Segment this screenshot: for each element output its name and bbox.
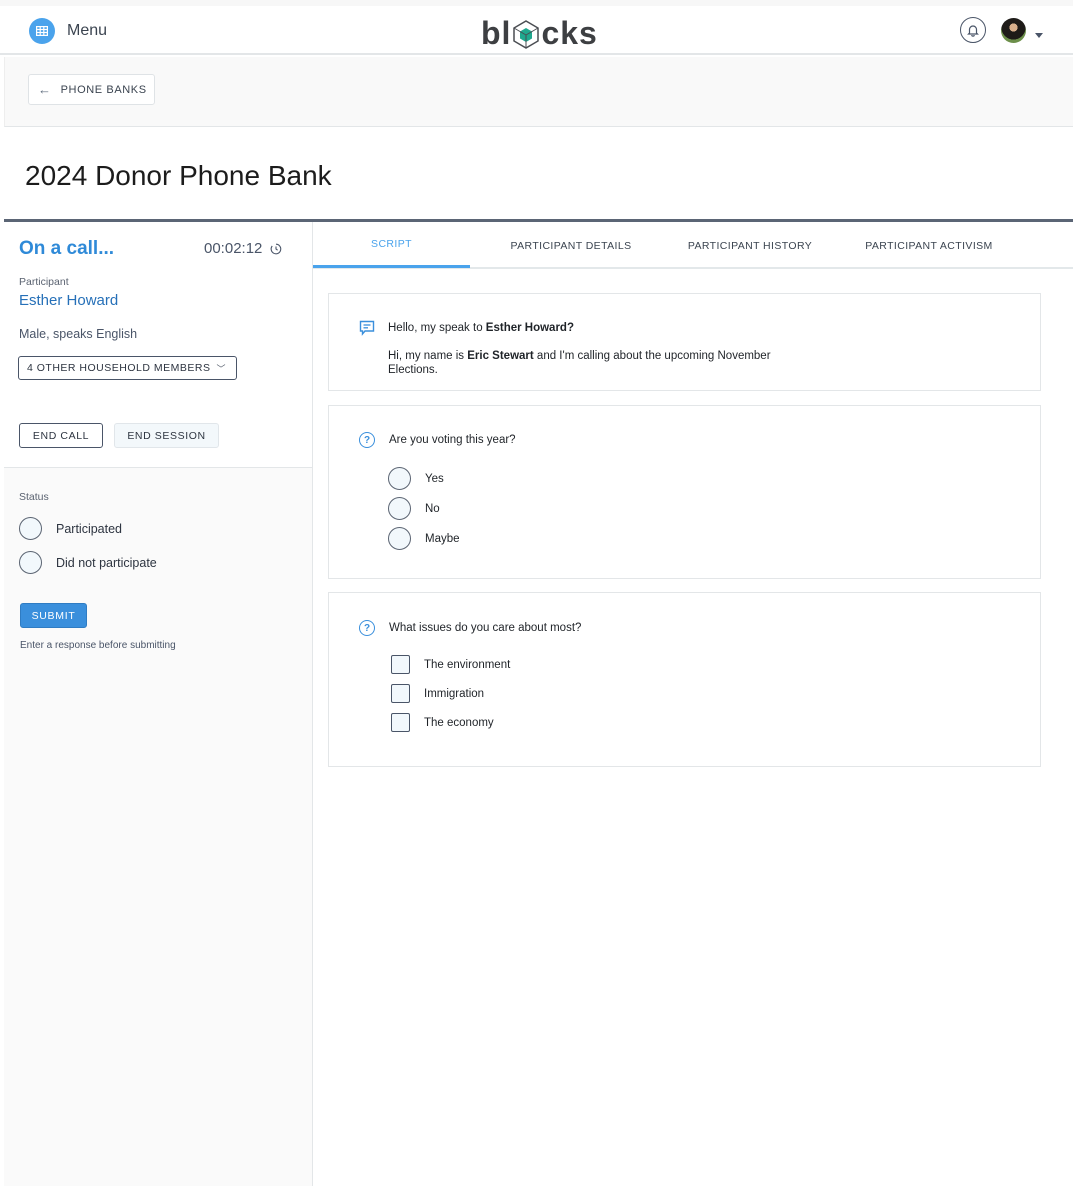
- status-option-label: Participated: [56, 521, 123, 536]
- message-icon: [359, 320, 375, 341]
- answer-label: The environment: [424, 658, 511, 671]
- caller-name-bold: Eric Stewart: [467, 350, 534, 362]
- call-timer: 00:02:12: [204, 240, 282, 257]
- answer-label: Maybe: [425, 532, 460, 545]
- answer-option-immigration[interactable]: Immigration: [388, 684, 484, 703]
- answer-option-no[interactable]: No: [388, 497, 440, 520]
- question-card-issues: ? What issues do you care about most? Th…: [328, 592, 1041, 767]
- end-session-button[interactable]: END SESSION: [114, 423, 219, 448]
- radio-button[interactable]: [388, 497, 411, 520]
- question-text: Are you voting this year?: [389, 434, 516, 446]
- user-avatar[interactable]: [1001, 18, 1026, 43]
- status-option-label: Did not participate: [56, 555, 157, 570]
- call-status: On a call...: [19, 238, 115, 259]
- tab-participant-details[interactable]: PARTICIPANT DETAILS: [485, 222, 657, 269]
- intro-line-2-prefix: Hi, my name is: [388, 350, 468, 362]
- tab-script[interactable]: SCRIPT: [313, 222, 470, 268]
- answer-option-economy[interactable]: The economy: [388, 713, 494, 732]
- question-header: ? What issues do you care about most?: [359, 620, 581, 636]
- chevron-down-icon: ﹀: [216, 363, 226, 374]
- participant-name-bold: Esther Howard?: [485, 322, 574, 334]
- logo-text-right: cks: [541, 15, 598, 51]
- participant-label: Participant: [19, 276, 69, 288]
- answer-option-maybe[interactable]: Maybe: [388, 527, 460, 550]
- checkbox[interactable]: [391, 684, 410, 703]
- participant-description: Male, speaks English: [19, 327, 138, 341]
- answer-label: Yes: [425, 472, 444, 485]
- checkbox[interactable]: [391, 655, 410, 674]
- blocks-logo[interactable]: bl cks: [481, 15, 598, 52]
- cube-icon: [513, 19, 540, 49]
- menu-label: Menu: [67, 22, 108, 39]
- notifications-button[interactable]: [960, 17, 986, 43]
- menu-button[interactable]: Menu: [29, 18, 107, 44]
- question-card-voting: ? Are you voting this year? Yes No Maybe: [328, 405, 1041, 579]
- answer-label: No: [425, 502, 440, 515]
- radio-button[interactable]: [19, 551, 42, 574]
- timer-value: 00:02:12: [204, 240, 263, 257]
- answer-option-environment[interactable]: The environment: [388, 655, 510, 674]
- answer-label: The economy: [424, 716, 494, 729]
- intro-line-1-text: Hello, my speak to: [388, 322, 486, 334]
- back-to-phone-banks-button[interactable]: ← PHONE BANKS: [28, 74, 155, 105]
- checkbox[interactable]: [391, 713, 410, 732]
- tab-bar: SCRIPT PARTICIPANT DETAILS PARTICIPANT H…: [313, 222, 1073, 269]
- call-card: On a call... 00:02:12 Participant Esther…: [4, 222, 312, 468]
- radio-button[interactable]: [19, 517, 42, 540]
- answer-label: Immigration: [424, 687, 485, 700]
- script-intro-card: Hello, my speak to Esther Howard? Hi, my…: [328, 293, 1041, 391]
- status-option-did-not-participate[interactable]: Did not participate: [19, 551, 157, 574]
- answer-option-yes[interactable]: Yes: [388, 467, 444, 490]
- submit-hint: Enter a response before submitting: [20, 640, 176, 651]
- chevron-down-icon[interactable]: [1035, 33, 1043, 38]
- end-call-button[interactable]: END CALL: [19, 423, 103, 448]
- household-label: 4 OTHER HOUSEHOLD MEMBERS: [27, 362, 211, 374]
- bell-icon: [967, 25, 979, 37]
- back-label: PHONE BANKS: [60, 83, 147, 96]
- radio-button[interactable]: [388, 467, 411, 490]
- question-header: ? Are you voting this year?: [359, 432, 516, 448]
- top-bar: Menu bl cks: [0, 0, 1073, 55]
- arrow-left-icon: ←: [38, 82, 52, 97]
- intro-line-1: Hello, my speak to Esther Howard?: [388, 321, 574, 335]
- question-icon: ?: [359, 432, 375, 448]
- status-option-participated[interactable]: Participated: [19, 517, 122, 540]
- script-panel: SCRIPT PARTICIPANT DETAILS PARTICIPANT H…: [313, 222, 1073, 1186]
- participant-name[interactable]: Esther Howard: [19, 292, 118, 309]
- tab-participant-history[interactable]: PARTICIPANT HISTORY: [673, 222, 827, 269]
- timer-icon: [270, 243, 282, 254]
- question-icon: ?: [359, 620, 375, 636]
- question-text: What issues do you care about most?: [389, 622, 582, 634]
- page-title: 2024 Donor Phone Bank: [25, 160, 332, 191]
- sub-navigation: ← PHONE BANKS: [4, 57, 1073, 127]
- status-label: Status: [19, 491, 49, 503]
- household-members-dropdown[interactable]: 4 OTHER HOUSEHOLD MEMBERS ﹀: [18, 356, 237, 380]
- grid-icon: [29, 18, 55, 44]
- logo-text-left: bl: [481, 15, 512, 51]
- call-sidebar: On a call... 00:02:12 Participant Esther…: [4, 222, 313, 1186]
- radio-button[interactable]: [388, 527, 411, 550]
- intro-line-2: Hi, my name is Eric Stewart and I'm call…: [388, 349, 808, 377]
- submit-button[interactable]: SUBMIT: [20, 603, 87, 628]
- tab-participant-activism[interactable]: PARTICIPANT ACTIVISM: [843, 222, 1015, 269]
